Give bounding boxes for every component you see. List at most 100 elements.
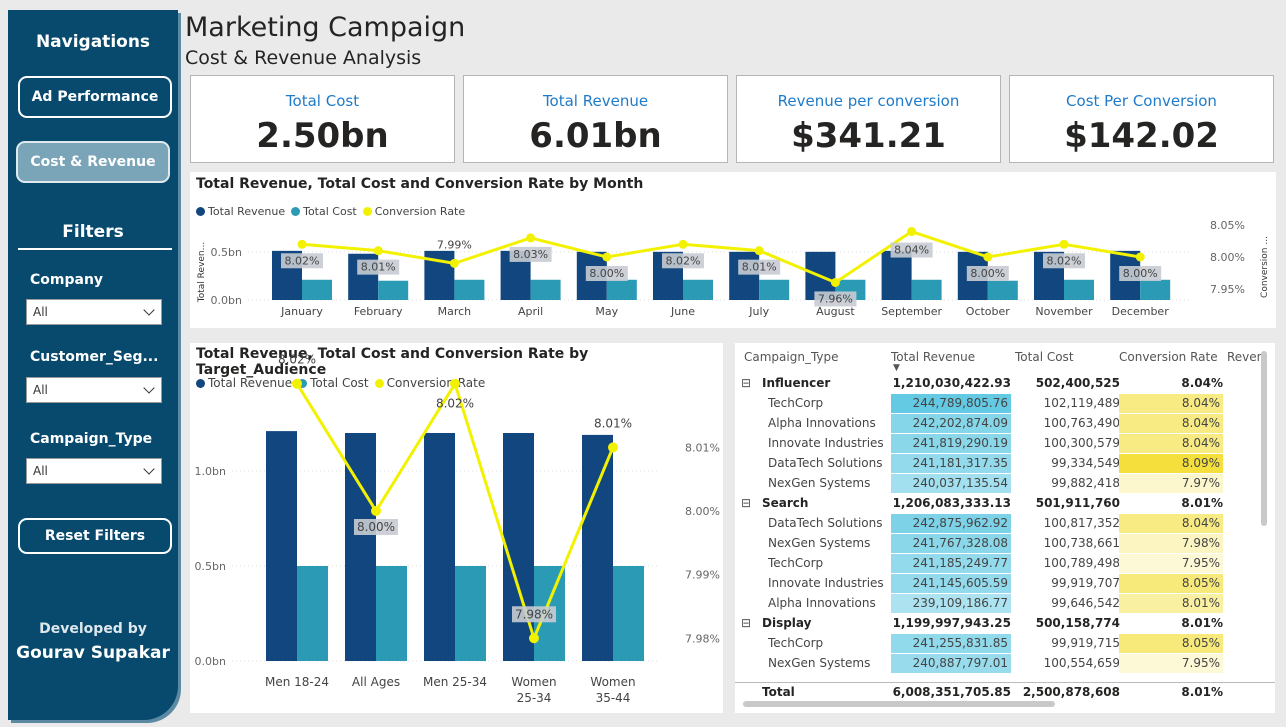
chevron-down-icon [143,463,155,475]
customer-segment-filter-value: All [33,383,48,397]
chevron-down-icon [143,382,155,394]
conversion-rate-data-label: 8.00% [970,267,1005,280]
x-tick-label: Men 25-34 [423,675,487,689]
cost-bar [1064,279,1094,300]
conversion-rate-data-label: 8.00% [589,267,624,280]
nav-ad-performance-button[interactable]: Ad Performance [18,76,172,118]
company-filter-select[interactable]: All [26,299,162,325]
table-header-row[interactable]: Campaign_Type Total Revenue ▼ Total Cost Con… [735,348,1275,373]
table-cell: 8.05% [1119,574,1223,593]
cost-bar [297,566,328,661]
revenue-bar [582,434,613,661]
table-cell: 1,199,997,943.25 [892,616,1011,630]
table-cell: 241,767,328.08 [891,534,1011,553]
conversion-rate-data-label: 8.02% [436,397,474,411]
table-cell: 244,789,805.76 [891,394,1011,413]
table-group-row[interactable]: ⊟ Search 1,206,083,333.13 501,911,760 8.01% [735,494,1275,514]
table-row[interactable]: Innovate Industries 241,819,290.19 100,300… [735,434,1275,454]
nav-cost-revenue-button[interactable]: Cost & Revenue [16,141,170,183]
customer-segment-filter-select[interactable]: All [26,377,162,403]
table-cell: 1,210,030,422.93 [892,376,1011,390]
table-cell: Conversion Rate [1119,350,1218,364]
table-cell: DataTech Solutions [768,456,883,470]
y-tick-label: 1.0bn [195,465,226,478]
table-row[interactable]: TechCorp 244,789,805.76 102,119,489 8.04% [735,394,1275,414]
page-subtitle: Cost & Revenue Analysis [185,47,422,69]
table-row[interactable]: DataTech Solutions 241,181,317.35 99,334,5… [735,454,1275,474]
collapse-icon[interactable]: ⊟ [741,614,751,633]
table-total-row[interactable]: Total 6,008,351,705.85 2,500,878,608 8.01% [735,682,1275,702]
conversion-rate-point [449,258,459,268]
conversion-rate-data-label: 7.96% [818,292,853,305]
table-cell: 100,789,498 [1043,556,1120,570]
x-tick-label: August [816,305,855,318]
kpi-card-total-revenue: Total Revenue 6.01bn [463,75,728,163]
x-tick-label: Men 18-24 [265,675,329,689]
revenue-bar [881,250,912,300]
table-row[interactable]: TechCorp 241,255,831.85 99,919,715 8.05% [735,634,1275,654]
kpi-label: Cost Per Conversion [1066,92,1217,110]
table-group-row[interactable]: ⊟ Display 1,199,997,943.25 500,158,774 8.01% [735,614,1275,634]
cost-bar [376,566,407,661]
table-row[interactable]: DataTech Solutions 242,875,962.92 100,817,… [735,514,1275,534]
conversion-rate-data-label: 8.02% [666,254,701,267]
table-cell: 100,300,579 [1043,436,1120,450]
vertical-scrollbar[interactable] [1261,351,1267,526]
table-cell: 8.01% [1181,616,1223,630]
conversion-rate-point [608,442,618,453]
revenue-bar [266,431,297,661]
table-cell: 8.04% [1119,434,1223,453]
kpi-card-total-cost: Total Cost 2.50bn [190,75,455,163]
table-cell: 502,400,525 [1035,376,1120,390]
y2-tick-label: 8.00% [1210,251,1245,264]
table-cell: 8.05% [1119,634,1223,653]
table-row[interactable]: Alpha Innovations 239,109,186.77 99,646,54… [735,594,1275,614]
table-cell: 7.97% [1119,474,1223,493]
cost-bar [455,566,486,661]
kpi-value: 6.01bn [529,116,662,156]
campaign-type-filter-select[interactable]: All [26,458,162,484]
x-tick-label: September [881,305,942,318]
table-cell: DataTech Solutions [768,516,883,530]
revenue-bar [424,433,455,661]
campaign-type-filter-value: All [33,464,48,478]
table-cell: 8.04% [1181,376,1223,390]
collapse-icon[interactable]: ⊟ [741,374,751,393]
table-row[interactable]: TechCorp 241,185,249.77 100,789,498 7.95% [735,554,1275,574]
kpi-value: $341.21 [791,116,946,156]
table-row[interactable]: NexGen Systems 240,037,135.54 99,882,418 7.… [735,474,1275,494]
cost-bar [378,280,409,300]
table-cell: Display [762,616,812,630]
horizontal-scrollbar[interactable] [743,701,1055,707]
x-tick-label: January [280,305,323,318]
y2-tick-label: 8.05% [1210,219,1245,232]
y-tick-label: 0.5bn [211,246,242,259]
cost-bar [302,279,332,300]
collapse-icon[interactable]: ⊟ [741,494,751,513]
conversion-rate-data-label: 8.01% [594,416,632,430]
table-row[interactable]: Alpha Innovations 242,202,874.09 100,763,4… [735,414,1275,434]
table-cell: 100,554,659 [1043,656,1120,670]
y-tick-label: 0.0bn [195,655,226,668]
table-row[interactable]: Innovate Industries 241,145,605.59 99,919,… [735,574,1275,594]
revenue-bar [729,251,760,300]
conversion-rate-point [907,227,917,237]
table-row[interactable]: NexGen Systems 240,887,797.01 100,554,659 7… [735,654,1275,674]
table-cell: 241,185,249.77 [891,554,1011,573]
cost-bar [911,279,942,300]
reset-filters-button[interactable]: Reset Filters [18,518,172,554]
conversion-rate-data-label: 8.02% [285,254,320,267]
table-cell: 6,008,351,705.85 [892,685,1011,699]
table-cell: 99,334,549 [1051,456,1120,470]
conversion-rate-data-label: 8.03% [513,248,548,261]
table-cell: Total Revenue ▼ [891,348,1011,373]
table-cell: 7.98% [1119,534,1223,553]
conversion-rate-point [373,246,383,256]
table-cell: 100,738,661 [1043,536,1120,550]
table-group-row[interactable]: ⊟ Influencer 1,210,030,422.93 502,400,525 8.… [735,374,1275,394]
conversion-rate-data-label: 8.00% [357,520,395,534]
table-cell: Total Cost [1015,350,1074,364]
y-tick-label: 0.5bn [195,560,226,573]
cost-bar [454,279,485,300]
table-row[interactable]: NexGen Systems 241,767,328.08 100,738,661 7… [735,534,1275,554]
